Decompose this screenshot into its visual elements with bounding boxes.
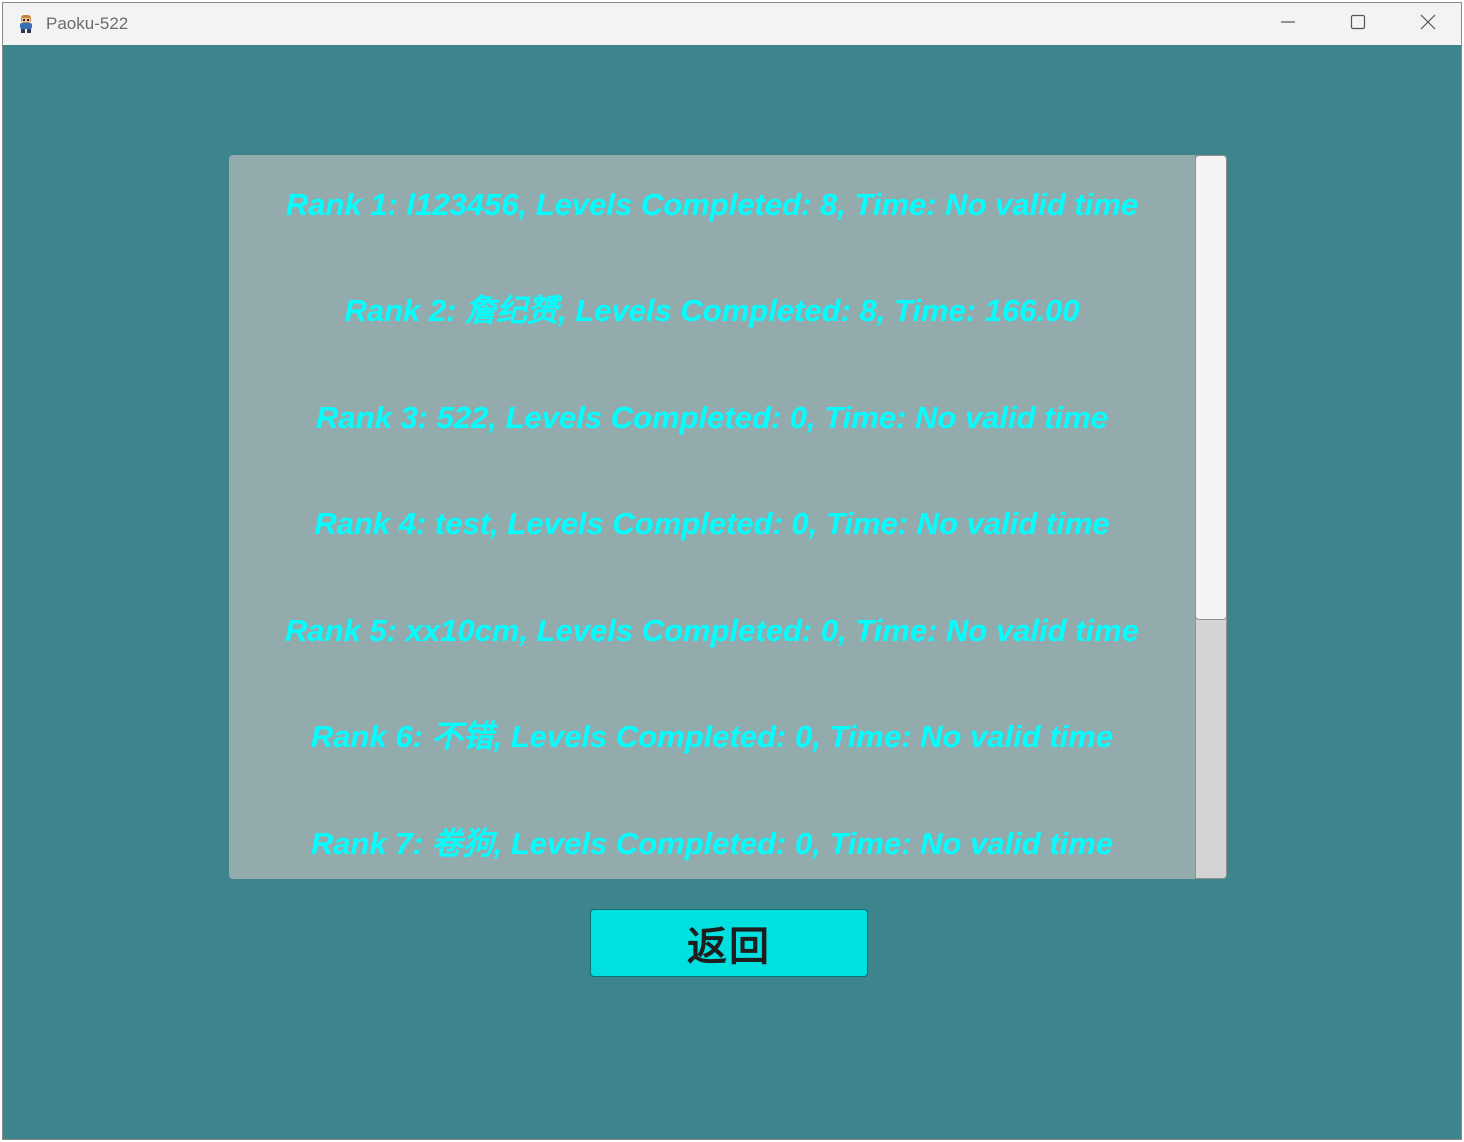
- minimize-icon: [1280, 14, 1296, 35]
- maximize-icon: [1350, 14, 1366, 35]
- leaderboard-panel: Rank 1: l123456, Levels Completed: 8, Ti…: [229, 155, 1227, 879]
- leaderboard-scrollbar[interactable]: [1195, 155, 1227, 879]
- title-bar[interactable]: Paoku-522: [3, 3, 1461, 45]
- maximize-button[interactable]: [1323, 3, 1393, 45]
- leaderboard-row-6: Rank 6: 不错, Levels Completed: 0, Time: N…: [310, 719, 1114, 754]
- leaderboard-row-4: Rank 4: test, Levels Completed: 0, Time:…: [314, 506, 1110, 541]
- app-window: Paoku-522 Rank 1: l123456, Levels Comple…: [2, 2, 1462, 1140]
- window-title: Paoku-522: [46, 14, 129, 33]
- leaderboard-row-7: Rank 7: 卷狗, Levels Completed: 0, Time: N…: [310, 826, 1114, 861]
- game-character-icon: [16, 14, 36, 34]
- back-button[interactable]: 返回: [590, 909, 868, 977]
- close-button[interactable]: [1393, 3, 1461, 45]
- minimize-button[interactable]: [1253, 3, 1323, 45]
- scrollbar-thumb[interactable]: [1195, 155, 1227, 620]
- leaderboard-row-2: Rank 2: 詹纪赟, Levels Completed: 8, Time: …: [344, 293, 1080, 328]
- leaderboard-row-1: Rank 1: l123456, Levels Completed: 8, Ti…: [285, 187, 1139, 222]
- close-icon: [1420, 14, 1436, 35]
- leaderboard-row-5: Rank 5: xx10cm, Levels Completed: 0, Tim…: [285, 613, 1139, 648]
- leaderboard-list[interactable]: Rank 1: l123456, Levels Completed: 8, Ti…: [229, 155, 1195, 879]
- leaderboard-row-3: Rank 3: 522, Levels Completed: 0, Time: …: [316, 400, 1108, 435]
